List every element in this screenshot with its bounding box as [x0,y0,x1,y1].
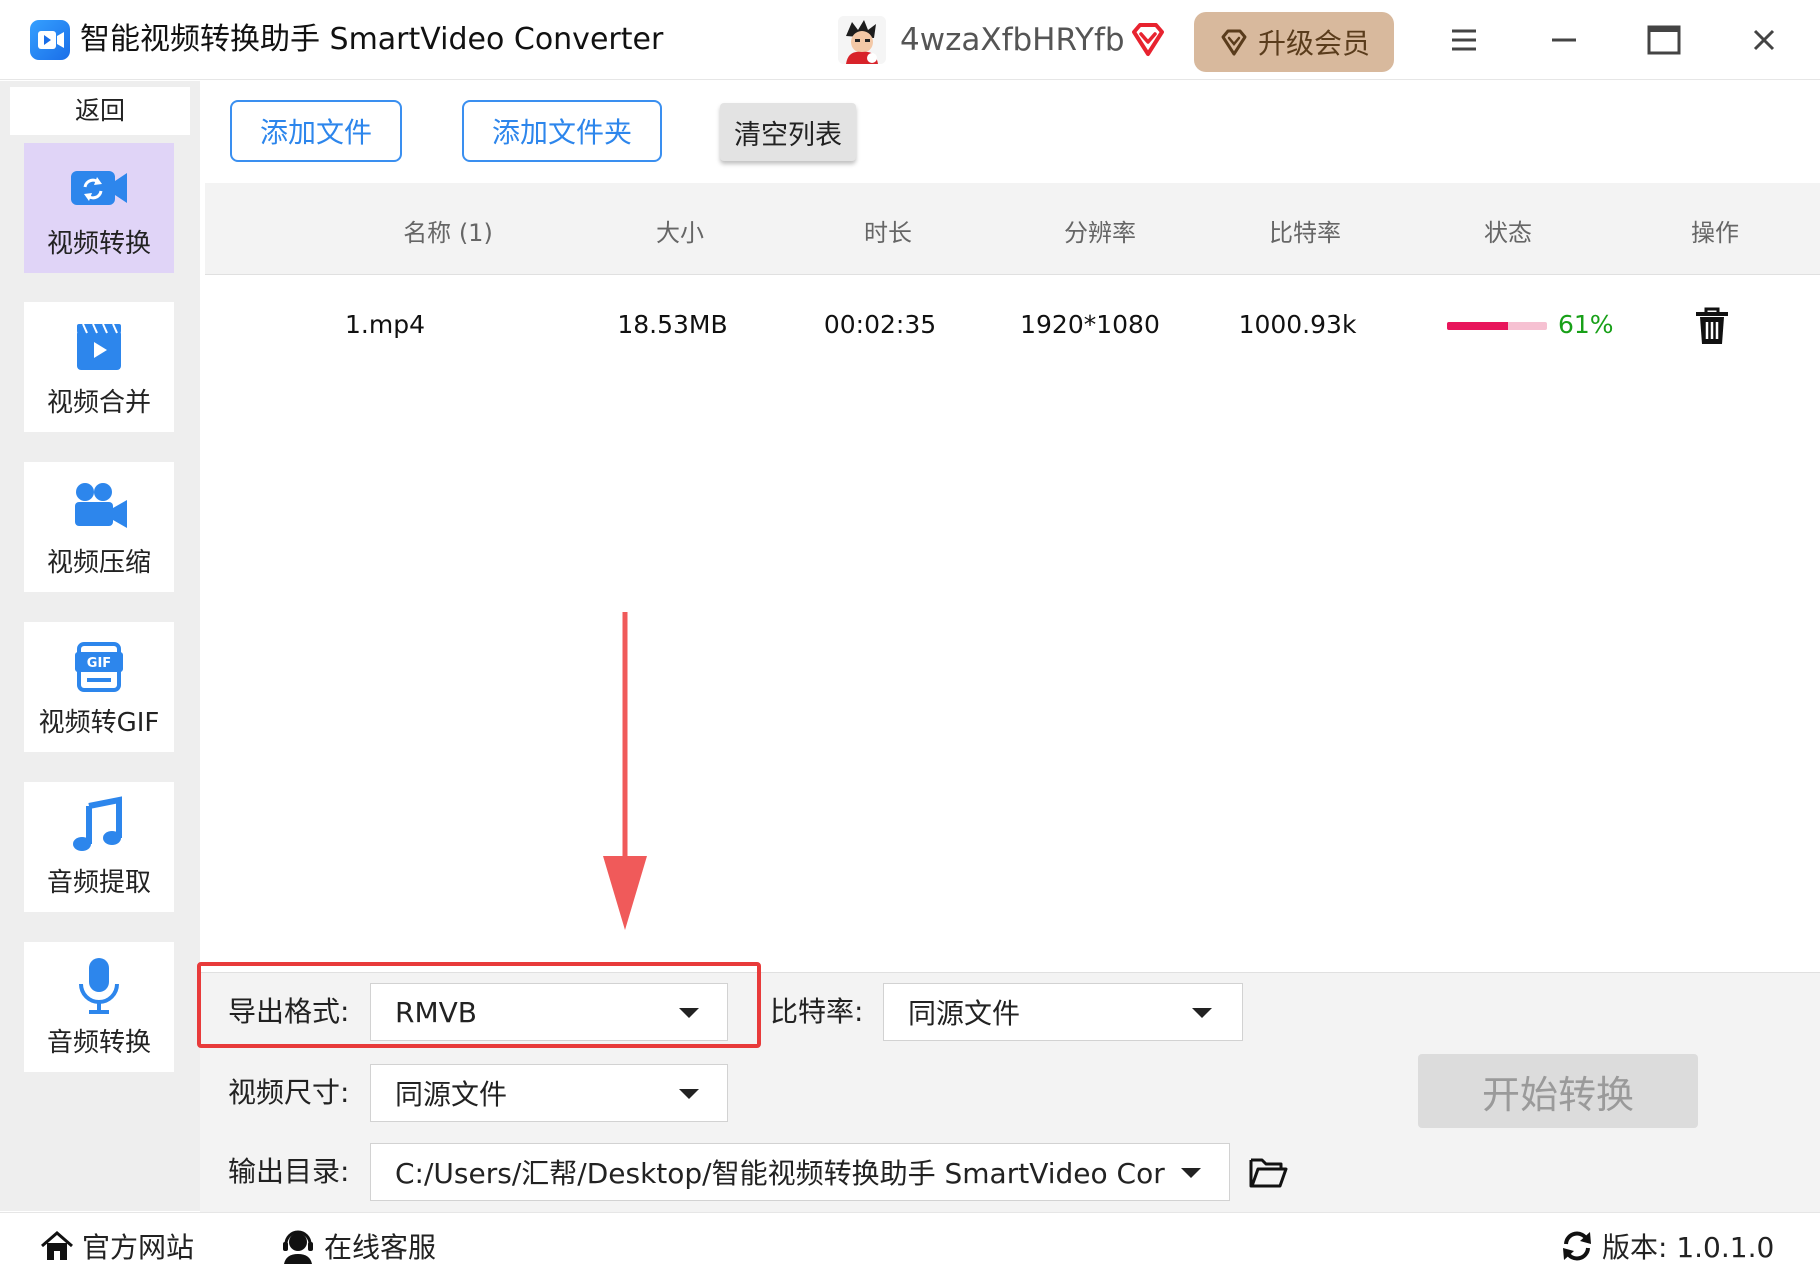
gif-icon: GIF [69,636,129,696]
file-size-cell: 18.53MB [617,310,728,339]
start-convert-button[interactable]: 开始转换 [1418,1054,1698,1128]
output-dir-value: C:/Users/汇帮/Desktop/智能视频转换助手 SmartVideo … [395,1157,1165,1190]
progress-percent: 61% [1558,310,1614,339]
upgrade-vip-button[interactable]: 升级会员 [1194,12,1394,72]
home-icon [41,1231,73,1260]
minimize-icon[interactable] [1542,18,1586,62]
version-label: 版本: 1.0.1.0 [1602,1231,1775,1264]
upgrade-label: 升级会员 [1257,27,1370,60]
video-compress-icon [69,476,129,536]
website-label: 官方网站 [82,1231,195,1264]
video-merge-icon [69,316,129,376]
nav-label: 视频压缩 [46,548,151,578]
vip-diamond-icon [1128,20,1168,60]
file-table-header: 名称 (1) 大小 时长 分辨率 比特率 状态 操作 [205,183,1820,275]
app-title: 智能视频转换助手 SmartVideo Converter [80,22,664,57]
trash-icon[interactable] [1694,306,1730,346]
file-name-cell: 1.mp4 [345,310,425,339]
nav-audio-extract[interactable]: 音频提取 [24,782,174,912]
nav-video-merge[interactable]: 视频合并 [24,302,174,432]
username: 4wzaXfbHRYfb [900,22,1125,58]
file-duration-cell: 00:02:35 [823,310,937,339]
output-dir-select[interactable]: C:/Users/汇帮/Desktop/智能视频转换助手 SmartVideo … [370,1143,1230,1201]
conversion-progress-bar [1447,322,1547,330]
column-header-resolution: 分辨率 [1064,219,1136,247]
app-logo-icon [30,20,70,60]
chevron-down-icon [1192,1008,1212,1018]
nav-video-compress[interactable]: 视频压缩 [24,462,174,592]
headset-icon [283,1230,313,1264]
video-size-value: 同源文件 [395,1078,508,1111]
nav-audio-convert[interactable]: 音频转换 [24,942,174,1072]
progress-fill [1447,322,1508,330]
bitrate-label: 比特率: [770,995,864,1028]
back-button[interactable]: 返回 [10,87,190,135]
refresh-icon[interactable] [1560,1229,1594,1263]
online-support-link[interactable]: 在线客服 [280,1226,436,1266]
add-folder-button[interactable]: 添加文件夹 [462,100,662,162]
file-resolution-cell: 1920*1080 [1020,310,1160,339]
nav-label: 音频提取 [46,868,151,898]
nav-video-gif[interactable]: GIF 视频转GIF [24,622,174,752]
column-header-bitrate: 比特率 [1269,219,1341,247]
maximize-icon[interactable] [1642,18,1686,62]
nav-label: 音频转换 [46,1028,151,1058]
column-header-duration: 时长 [864,219,912,247]
music-note-icon [69,796,129,856]
video-size-select[interactable]: 同源文件 [370,1064,728,1122]
column-header-size: 大小 [656,219,704,247]
close-icon[interactable] [1742,18,1786,62]
support-label: 在线客服 [324,1231,437,1264]
menu-icon[interactable] [1442,18,1486,62]
svg-text:GIF: GIF [87,656,111,671]
bitrate-value: 同源文件 [908,997,1021,1030]
chevron-down-icon [1181,1168,1201,1178]
nav-label: 视频转GIF [38,708,160,738]
microphone-icon [69,956,129,1016]
clear-list-button[interactable]: 清空列表 [720,103,856,161]
column-header-name: 名称 (1) [403,219,493,247]
video-size-label: 视频尺寸: [228,1076,350,1109]
folder-open-icon[interactable] [1248,1152,1288,1192]
version-info: 版本: 1.0.1.0 [1560,1226,1774,1266]
video-convert-icon [69,157,129,217]
add-file-button[interactable]: 添加文件 [230,100,402,162]
format-highlight-box [197,962,761,1048]
official-website-link[interactable]: 官方网站 [40,1226,194,1266]
user-avatar[interactable] [838,16,886,64]
diamond-icon [1221,29,1247,56]
column-header-status: 状态 [1484,219,1532,247]
output-dir-label: 输出目录: [228,1155,350,1188]
nav-video-convert[interactable]: 视频转换 [24,143,174,273]
footer [0,1212,1820,1280]
column-header-action: 操作 [1691,219,1739,247]
file-bitrate-cell: 1000.93k [1238,310,1357,339]
chevron-down-icon [679,1089,699,1099]
bitrate-select[interactable]: 同源文件 [883,983,1243,1041]
annotation-arrow-icon [600,612,650,934]
nav-label: 视频转换 [46,229,151,259]
nav-label: 视频合并 [46,388,151,418]
